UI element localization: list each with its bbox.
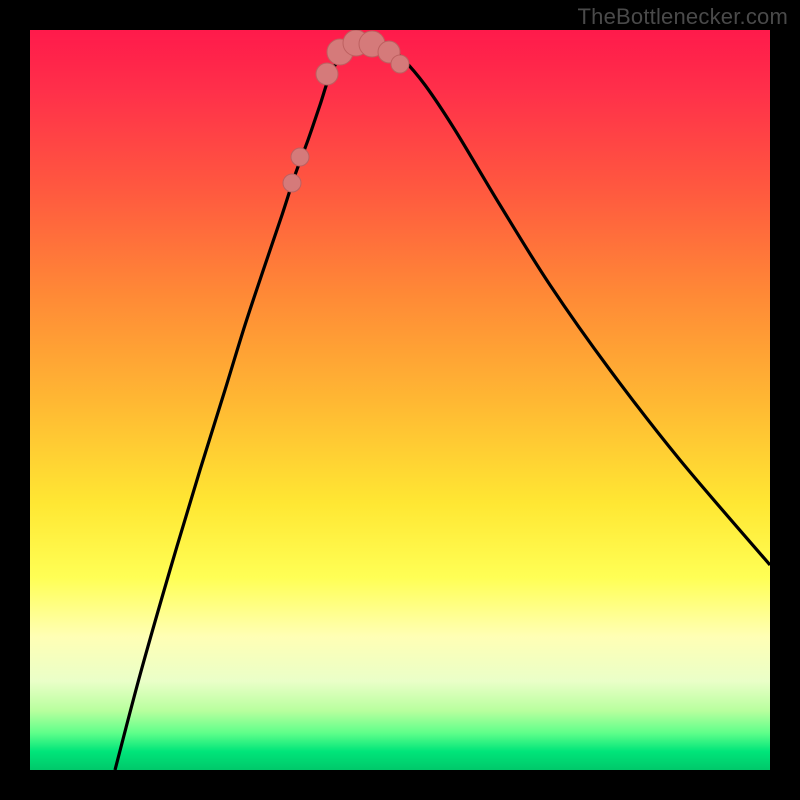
chart-frame: TheBottlenecker.com xyxy=(0,0,800,800)
watermark-text: TheBottlenecker.com xyxy=(578,4,788,30)
bottleneck-curve xyxy=(115,40,770,770)
marker-dot xyxy=(316,63,338,85)
marker-dot xyxy=(391,55,409,73)
chart-svg xyxy=(30,30,770,770)
curve-path xyxy=(115,40,770,770)
highlight-markers xyxy=(283,30,409,192)
plot-area xyxy=(30,30,770,770)
marker-dot xyxy=(283,174,301,192)
marker-dot xyxy=(291,148,309,166)
